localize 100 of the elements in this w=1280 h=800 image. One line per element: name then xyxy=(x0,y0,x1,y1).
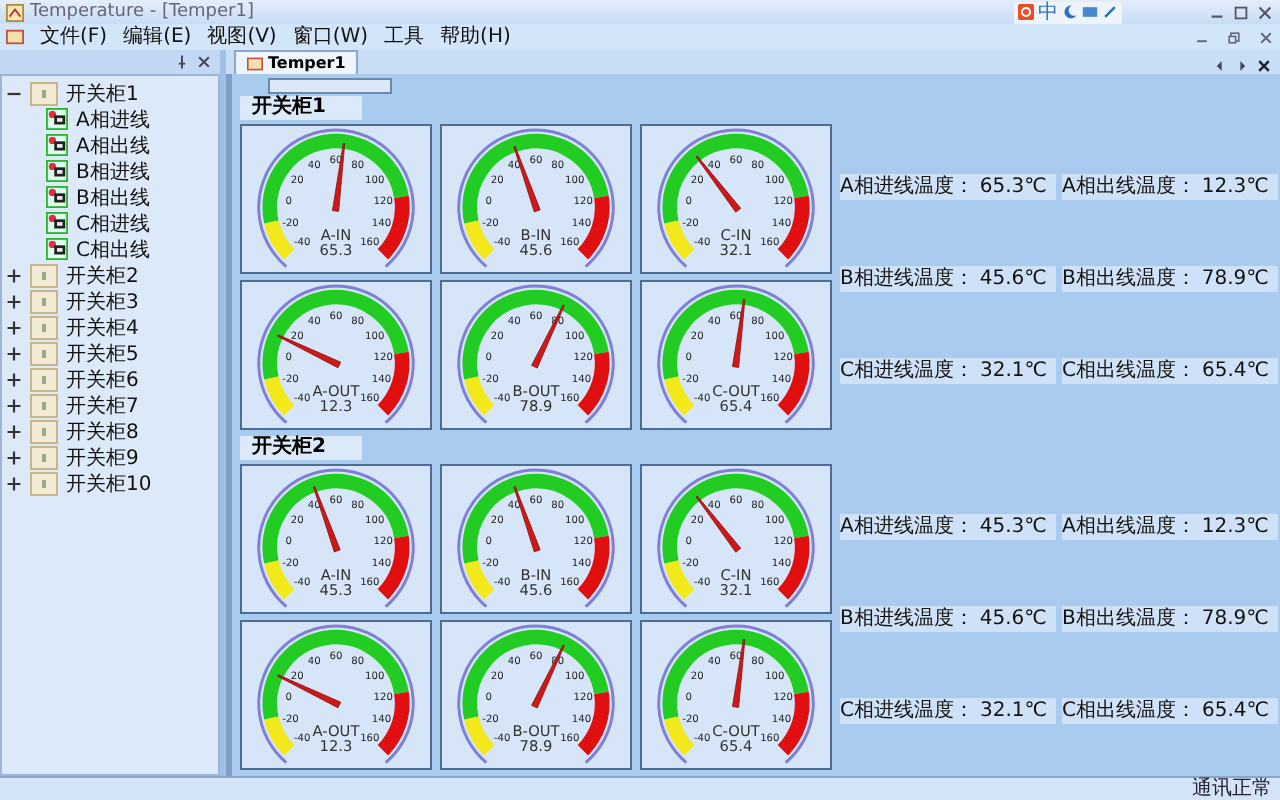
ime-mode-label: 中 xyxy=(1038,1,1058,23)
high-zone xyxy=(577,535,610,599)
expand-icon[interactable] xyxy=(6,345,22,361)
tree-item[interactable]: C相进线 xyxy=(76,209,150,237)
app-icon xyxy=(6,3,24,21)
sensor-icon xyxy=(46,108,68,130)
low-zone xyxy=(664,374,695,415)
expand-icon[interactable] xyxy=(6,293,22,309)
tree-item[interactable]: 开关柜5 xyxy=(66,339,139,367)
tree-item[interactable]: A相进线 xyxy=(76,105,150,133)
window-title: Temperature - [Temper1] xyxy=(30,2,254,22)
scroll-right-icon[interactable] xyxy=(1234,58,1250,74)
high-zone xyxy=(577,691,610,755)
reading-value: 78.9℃ xyxy=(1201,267,1269,289)
low-zone xyxy=(464,218,495,259)
menu-item[interactable]: 视图(V) xyxy=(207,25,277,49)
low-zone xyxy=(264,218,295,259)
high-zone xyxy=(577,195,610,259)
cabinet-icon xyxy=(30,263,58,287)
menu-item[interactable]: 文件(F) xyxy=(40,25,108,49)
reading-label: C相出线温度： xyxy=(1062,357,1196,384)
gauge-name: B-IN xyxy=(520,225,552,244)
expand-icon[interactable] xyxy=(6,267,22,283)
gauge-value: 78.9 xyxy=(519,736,553,755)
ime-toolbar[interactable]: 中 xyxy=(1014,1,1122,23)
scroll-left-icon[interactable] xyxy=(1212,58,1228,74)
gauge-value: 65.4 xyxy=(719,736,753,755)
close-icon[interactable] xyxy=(1256,58,1272,74)
reading-label: C相进线温度： xyxy=(840,357,974,384)
tree-item[interactable]: 开关柜6 xyxy=(66,365,139,393)
high-zone xyxy=(377,535,410,599)
gauge-name: C-OUT xyxy=(712,721,760,740)
pin-icon[interactable] xyxy=(174,54,190,70)
menu-item[interactable]: 编辑(E) xyxy=(123,25,192,49)
high-zone xyxy=(377,351,410,415)
cabinet-icon xyxy=(30,445,58,469)
low-zone xyxy=(264,374,295,415)
reading-value: 32.1℃ xyxy=(979,699,1047,721)
document-icon xyxy=(246,55,264,71)
low-zone xyxy=(264,558,295,599)
gauge-name: A-IN xyxy=(320,225,352,244)
expand-icon[interactable] xyxy=(6,371,22,387)
reading-label: A相进线温度： xyxy=(840,513,974,540)
expand-icon[interactable] xyxy=(6,423,22,439)
close-icon[interactable] xyxy=(1256,3,1274,21)
tree-item[interactable]: 开关柜10 xyxy=(66,469,152,497)
menu-item[interactable]: 窗口(W) xyxy=(292,25,369,49)
tree-item[interactable]: B相进线 xyxy=(76,157,150,185)
reading-label: B相进线温度： xyxy=(840,265,974,292)
sensor-icon xyxy=(46,238,68,260)
tree-item[interactable]: 开关柜1 xyxy=(66,79,139,107)
tree-item[interactable]: 开关柜7 xyxy=(66,391,139,419)
reading-label: B相进线温度： xyxy=(840,605,974,632)
gauge-value: 12.3 xyxy=(319,396,353,415)
reading-value: 12.3℃ xyxy=(1201,175,1269,197)
expand-icon[interactable] xyxy=(6,397,22,413)
tree-item[interactable]: 开关柜8 xyxy=(66,417,139,445)
reading-label: C相出线温度： xyxy=(1062,697,1196,724)
low-zone xyxy=(264,714,295,755)
status-text: 通讯正常 xyxy=(1192,778,1272,800)
expand-icon[interactable] xyxy=(6,475,22,491)
cabinet-icon xyxy=(30,471,58,495)
reading-value: 32.1℃ xyxy=(979,359,1047,381)
gauge-value: 12.3 xyxy=(319,736,353,755)
reading-label: A相出线温度： xyxy=(1062,513,1196,540)
high-zone xyxy=(777,351,810,415)
low-zone xyxy=(664,558,695,599)
cabinet-icon xyxy=(30,81,58,105)
tree-item[interactable]: C相出线 xyxy=(76,235,150,263)
document-icon xyxy=(6,28,24,46)
low-zone xyxy=(464,558,495,599)
tree-item[interactable]: B相出线 xyxy=(76,183,150,211)
menu-item[interactable]: 帮助(H) xyxy=(440,25,511,49)
tree-item[interactable]: 开关柜2 xyxy=(66,261,139,289)
reading-label: A相进线温度： xyxy=(840,173,974,200)
expand-icon[interactable] xyxy=(6,449,22,465)
close-icon[interactable] xyxy=(196,54,212,70)
gauge-name: B-OUT xyxy=(512,381,560,400)
gauge-name: A-OUT xyxy=(312,381,360,400)
gauge-name: B-IN xyxy=(520,565,552,584)
low-zone xyxy=(464,714,495,755)
tree-item[interactable]: 开关柜4 xyxy=(66,313,139,341)
tree-item[interactable]: 开关柜3 xyxy=(66,287,139,315)
reading-value: 12.3℃ xyxy=(1201,515,1269,537)
tree-item[interactable]: A相出线 xyxy=(76,131,150,159)
document-tab[interactable]: Temper1 xyxy=(234,50,358,74)
tree-item[interactable]: 开关柜9 xyxy=(66,443,139,471)
expand-icon[interactable] xyxy=(6,319,22,335)
high-zone xyxy=(377,691,410,755)
gauge-value: 78.9 xyxy=(519,396,553,415)
restore-icon[interactable] xyxy=(1226,29,1242,45)
menu-item[interactable]: 工具 xyxy=(384,25,425,49)
gauge-name: C-OUT xyxy=(712,381,760,400)
maximize-icon[interactable] xyxy=(1232,3,1250,21)
gauge-name: B-OUT xyxy=(512,721,560,740)
cabinet-icon xyxy=(30,315,58,339)
gauge-value: 45.6 xyxy=(519,580,553,599)
high-zone xyxy=(777,195,810,259)
header-strip xyxy=(268,77,392,93)
gauge-name: A-OUT xyxy=(312,721,360,740)
